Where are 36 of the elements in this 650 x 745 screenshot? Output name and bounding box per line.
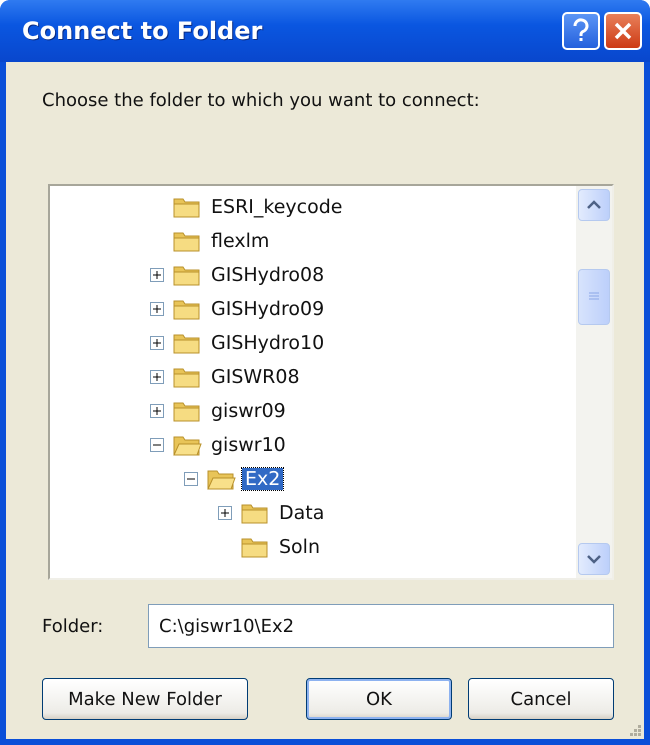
instruction-text: Choose the folder to which you want to connect: [42, 90, 481, 113]
expand-icon[interactable] [150, 336, 164, 350]
help-button[interactable] [562, 12, 600, 50]
tree-item[interactable]: ESRI_keycode [208, 196, 346, 218]
scrollbar[interactable] [576, 186, 612, 578]
tree-item[interactable]: GISHydro09 [208, 298, 328, 320]
tree-item[interactable]: GISWR08 [208, 366, 303, 388]
dialog-button[interactable]: Cancel [468, 678, 614, 720]
scroll-up-button[interactable] [578, 189, 610, 221]
tree-item[interactable]: GISHydro08 [208, 264, 328, 286]
tree-item[interactable]: giswr10 [208, 434, 289, 456]
folder-label: Folder: [42, 616, 104, 636]
dialog-button[interactable]: OK [306, 678, 452, 720]
grip-lines-icon [588, 292, 600, 302]
expand-icon[interactable] [218, 506, 232, 520]
expand-icon[interactable] [150, 404, 164, 418]
tree-item[interactable]: Soln [276, 536, 324, 558]
expand-icon[interactable] [150, 268, 164, 282]
tree-item[interactable]: Data [276, 502, 328, 524]
tree-item[interactable]: GISHydro10 [208, 332, 328, 354]
scroll-down-button[interactable] [578, 543, 610, 575]
tree-item[interactable]: Ex2 [242, 468, 284, 490]
collapse-icon[interactable] [150, 438, 164, 452]
expand-icon[interactable] [150, 370, 164, 384]
window-title: Connect to Folder [22, 17, 262, 45]
collapse-icon[interactable] [184, 472, 198, 486]
tree-item[interactable]: giswr09 [208, 400, 289, 422]
dialog-button[interactable]: Make New Folder [42, 678, 248, 720]
expand-icon[interactable] [150, 302, 164, 316]
close-button[interactable] [604, 12, 642, 50]
resize-grip-icon[interactable] [628, 723, 642, 737]
scroll-thumb[interactable] [578, 269, 610, 325]
close-icon [613, 21, 633, 41]
tree-item[interactable]: flexlm [208, 230, 272, 252]
question-mark-icon [572, 18, 590, 44]
folder-path-field[interactable]: C:\giswr10\Ex2 [148, 604, 614, 648]
